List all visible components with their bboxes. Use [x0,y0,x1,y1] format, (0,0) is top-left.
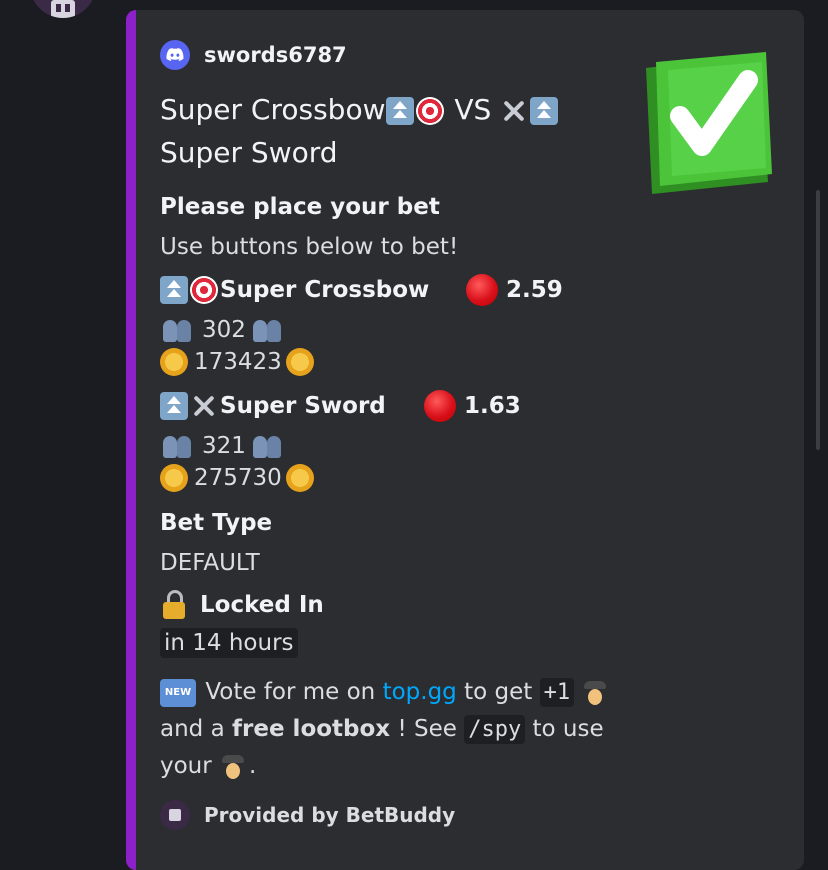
side-b-pool: 275730 [194,465,282,491]
field-value: DEFAULT [160,550,260,576]
promo-text-5: to use [532,716,604,742]
title-side-b: Super Sword [160,136,338,169]
side-b-label: Super Sword [220,393,386,419]
promo-text: NEW Vote for me on top.gg to get +1 and … [160,674,630,784]
field-bet-type: Bet Type DEFAULT [160,510,272,576]
promo-text-7: . [249,753,257,779]
title-side-a: Super Crossbow [160,93,386,126]
double-up-arrow-icon [530,97,559,125]
double-up-arrow-icon [385,97,414,125]
bullseye-icon [190,276,218,304]
busts-icon [250,316,286,344]
topgg-link[interactable]: top.gg [383,679,457,705]
author-name[interactable]: swords6787 [204,43,347,67]
side-a-label: Super Crossbow [220,277,430,303]
discord-icon [160,40,190,70]
coin-icon [160,464,188,492]
check-mark-icon [646,52,772,194]
red-circle-icon [466,274,498,306]
detective-icon [219,753,247,781]
embed-footer: Provided by BetBuddy [160,800,455,830]
scrollbar[interactable] [816,190,820,450]
red-circle-icon [424,390,456,422]
field-locked-in: Locked In in 14 hours [160,590,324,658]
lock-icon [160,590,188,620]
field-side-b: Super Sword 1.63 321 275730 [160,390,521,492]
side-b-players: 321 [202,433,246,459]
embed-accent-bar [126,10,136,870]
busts-icon [250,432,286,460]
field-name: Bet Type [160,510,273,536]
bet-embed: swords6787 Super Crossbow VS Super Sword… [126,10,804,870]
side-b-odds: 1.63 [464,393,521,419]
user-avatar[interactable] [30,0,96,18]
footer-text: Provided by BetBuddy [204,803,456,827]
locked-timestamp: in 14 hours [160,628,298,658]
bullseye-icon [415,97,444,125]
coin-icon [285,348,314,376]
busts-icon [160,316,196,344]
inline-code-spy[interactable]: /spy [464,715,526,744]
promo-text-3: and a [160,716,225,742]
detective-icon [581,679,609,707]
field-value: Use buttons below to bet! [160,234,459,260]
promo-text-6: your [160,753,212,779]
inline-code-plus-one: +1 [539,678,575,707]
title-vs: VS [454,93,492,126]
embed-title: Super Crossbow VS Super Sword [160,88,630,174]
double-up-arrow-icon [160,276,188,304]
coin-icon [285,464,314,492]
field-bet-prompt: Please place your bet Use buttons below … [160,194,458,260]
side-a-pool: 173423 [194,349,282,375]
field-name: Locked In [200,592,324,618]
field-name: Please place your bet [160,194,440,220]
side-a-players: 302 [202,317,246,343]
promo-text-4: ! See [397,716,457,742]
crossed-swords-icon [190,392,218,420]
coin-icon [160,348,188,376]
crossed-swords-icon [500,97,528,125]
double-up-arrow-icon [160,392,188,420]
busts-icon [160,432,196,460]
field-side-a: Super Crossbow 2.59 302 173423 [160,274,563,376]
betbuddy-avatar-icon [160,800,190,830]
side-a-odds: 2.59 [506,277,563,303]
promo-bold: free lootbox [232,716,391,742]
promo-text-1: Vote for me on [205,679,376,705]
promo-text-2: to get [464,679,533,705]
embed-author: swords6787 [160,40,347,70]
new-badge-icon: NEW [160,678,196,707]
